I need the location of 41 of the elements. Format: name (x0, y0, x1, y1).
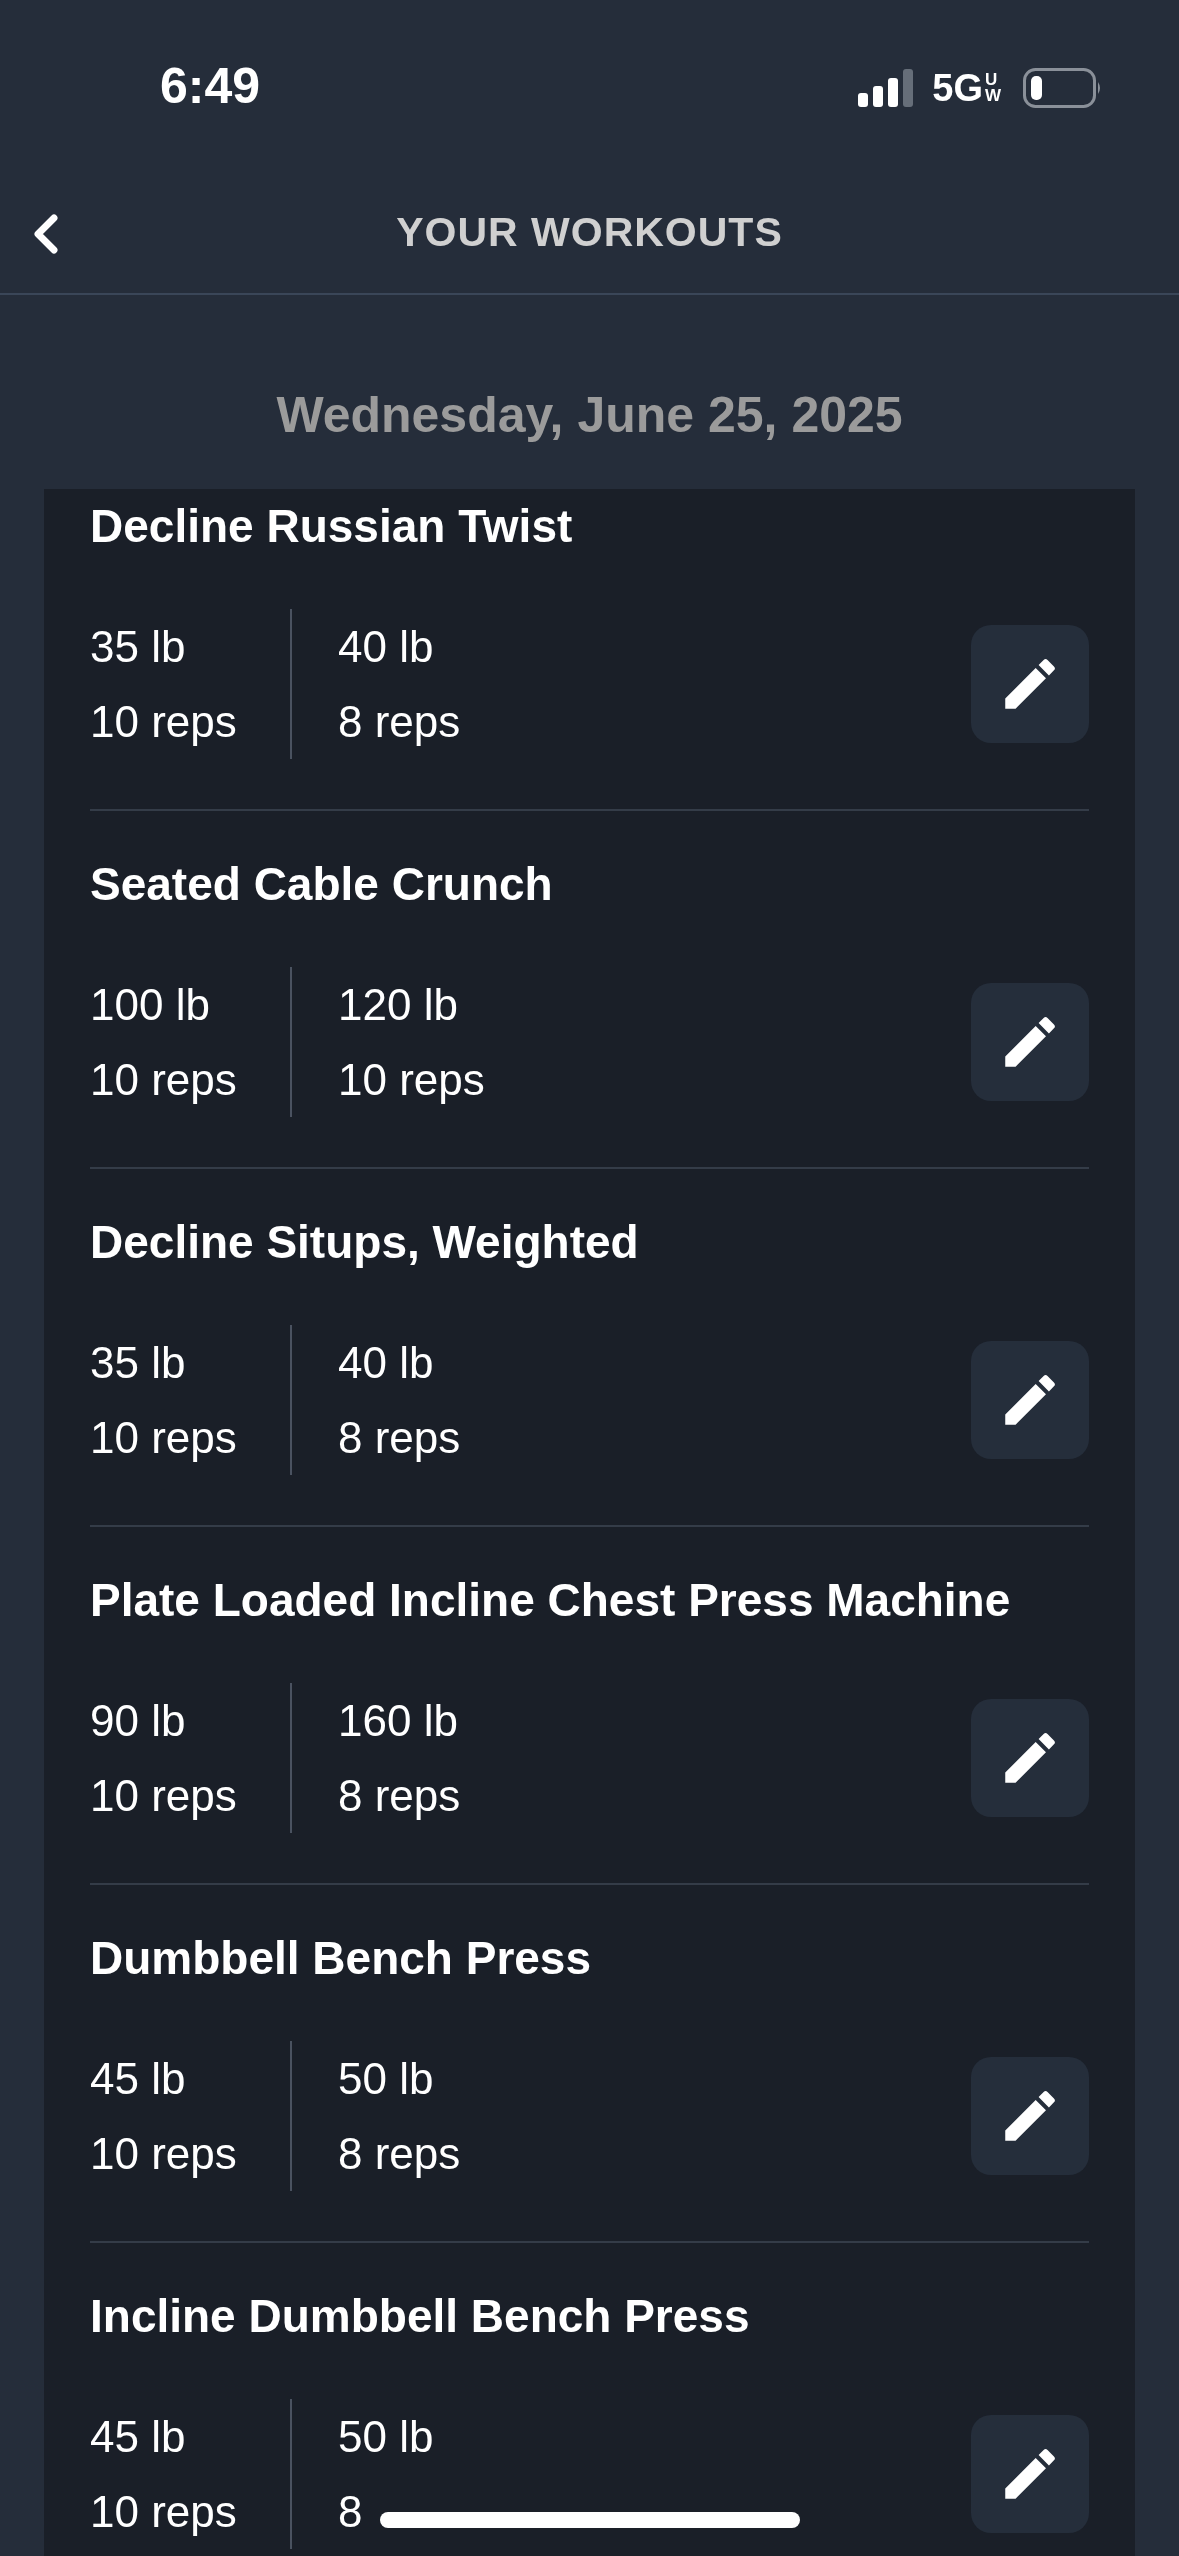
set-reps: 8 reps (338, 1770, 461, 1822)
edit-button[interactable] (971, 625, 1089, 743)
set-reps: 10 reps (90, 2128, 238, 2180)
exercise-name: Dumbbell Bench Press (90, 1931, 593, 1986)
set-weight: 120 lb (338, 979, 459, 1031)
set-reps: 8 reps (338, 1412, 461, 1464)
exercise-name: Decline Situps, Weighted (90, 1215, 640, 1270)
status-time: 6:49 (160, 57, 261, 115)
set-weight: 40 lb (338, 621, 435, 673)
set-reps: 10 reps (90, 1054, 238, 1106)
set-reps: 10 reps (90, 1412, 238, 1464)
page-title: YOUR WORKOUTS (396, 209, 783, 256)
signal-icon (858, 69, 915, 107)
set-weight: 45 lb (90, 2411, 187, 2463)
set-weight: 40 lb (338, 1337, 435, 1389)
set-weight: 160 lb (338, 1695, 459, 1747)
set-weight: 50 lb (338, 2053, 435, 2105)
set-weight: 90 lb (90, 1695, 187, 1747)
edit-button[interactable] (971, 2415, 1089, 2533)
battery-icon (1023, 68, 1103, 108)
set-reps: 8 reps (338, 696, 461, 748)
exercise-name: Incline Dumbbell Bench Press (90, 2289, 751, 2344)
edit-button[interactable] (971, 983, 1089, 1101)
edit-button[interactable] (971, 1699, 1089, 1817)
set-reps: 8 reps (338, 2128, 461, 2180)
set-reps: 10 reps (338, 1054, 485, 1106)
edit-button[interactable] (971, 1341, 1089, 1459)
set-weight: 45 lb (90, 2053, 187, 2105)
set-weight: 35 lb (90, 1337, 187, 1389)
set-reps: 10 reps (90, 696, 238, 748)
set-reps: 10 reps (90, 2486, 238, 2538)
set-weight: 100 lb (90, 979, 211, 1031)
set-weight: 50 lb (338, 2411, 434, 2463)
exercise-name: Seated Cable Crunch (90, 857, 554, 912)
edit-button[interactable] (971, 2057, 1089, 2175)
set-reps: 10 reps (90, 1770, 238, 1822)
date-heading: Wednesday, June 25, 2025 (276, 386, 903, 445)
exercise-name: Plate Loaded Incline Chest Press Machine (90, 1573, 1012, 1628)
exercise-name: Decline Russian Twist (90, 499, 574, 554)
set-reps: 8 (338, 2486, 364, 2538)
set-weight: 35 lb (90, 621, 187, 673)
